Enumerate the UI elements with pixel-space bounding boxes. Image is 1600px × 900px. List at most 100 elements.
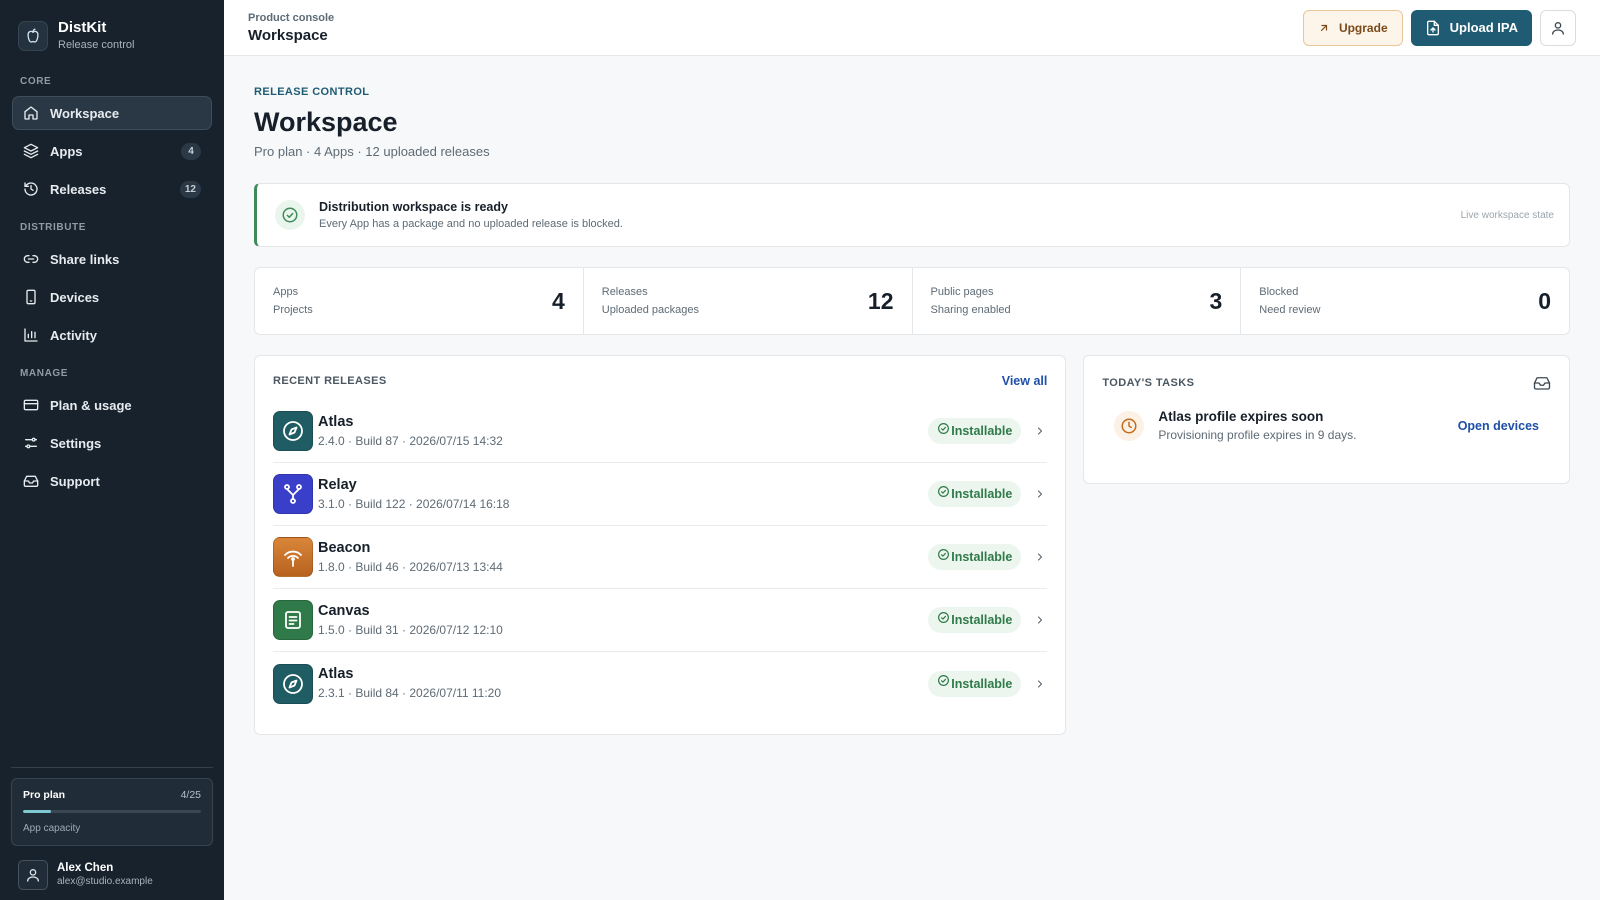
- status-label: Installable: [951, 550, 1013, 564]
- todays-tasks-title: TODAY'S TASKS: [1102, 377, 1195, 389]
- plan-capacity-fill: [23, 810, 52, 813]
- topbar: Product console Workspace Upgrade Upload…: [224, 0, 1600, 56]
- user-profile[interactable]: Alex Chen alex@studio.example: [18, 860, 153, 890]
- release-meta: 3.1.0 · Build 122 · 2026/07/14 16:18: [318, 496, 510, 511]
- stat-label: Releases: [601, 286, 648, 298]
- section-label-manage: MANAGE: [20, 368, 69, 379]
- breadcrumb-parent[interactable]: Product console: [248, 11, 334, 26]
- apps-count-badge: 4: [181, 142, 201, 160]
- main-area: Product console Workspace Upgrade Upload…: [224, 0, 1600, 900]
- stat-releases[interactable]: Releases Uploaded packages 12: [584, 268, 913, 334]
- account-button[interactable]: [1540, 9, 1576, 46]
- brand-subtitle: Release control: [58, 39, 135, 51]
- status-badge: Installable: [928, 544, 1022, 570]
- user-icon: [27, 869, 39, 882]
- user-email: alex@studio.example: [57, 876, 153, 887]
- user-icon: [1552, 21, 1564, 35]
- fork-icon: [273, 474, 313, 514]
- sidebar-item-activity[interactable]: Activity: [12, 318, 212, 352]
- upload-ipa-label: Upload IPA: [1449, 20, 1518, 35]
- alert-description: Every App has a package and no uploaded …: [319, 218, 623, 230]
- view-all-link[interactable]: View all: [1002, 374, 1048, 388]
- sidebar-item-plan-usage[interactable]: Plan & usage: [12, 388, 212, 422]
- sidebar-item-label: Activity: [50, 327, 97, 343]
- stat-sub: Uploaded packages: [601, 304, 699, 316]
- sidebar-item-label: Releases: [50, 181, 107, 197]
- plan-count: 4/25: [180, 789, 201, 801]
- release-row[interactable]: Atlas 2.3.1 · Build 84 · 2026/07/11 11:2…: [273, 652, 1047, 715]
- release-row[interactable]: Beacon 1.8.0 · Build 46 · 2026/07/13 13:…: [273, 526, 1048, 589]
- releases-count-badge: 12: [179, 180, 201, 198]
- brand-name: DistKit: [58, 19, 107, 36]
- sidebar-item-label: Workspace: [50, 105, 120, 121]
- release-row[interactable]: Atlas 2.4.0 · Build 87 · 2026/07/15 14:3…: [273, 400, 1048, 463]
- release-app-name: Atlas: [318, 666, 354, 682]
- sidebar-item-label: Devices: [50, 289, 100, 305]
- release-meta: 2.3.1 · Build 84 · 2026/07/11 11:20: [318, 686, 502, 700]
- sidebar-item-workspace[interactable]: Workspace: [12, 96, 212, 130]
- status-alert: Distribution workspace is ready Every Ap…: [254, 183, 1570, 247]
- layers-icon: [22, 142, 40, 160]
- stat-public-pages[interactable]: Public pages Sharing enabled 3: [913, 268, 1242, 334]
- upload-ipa-button[interactable]: Upload IPA: [1410, 9, 1532, 46]
- stat-value: 0: [1538, 287, 1551, 314]
- stat-value: 3: [1209, 287, 1223, 314]
- sidebar-item-releases[interactable]: Releases 12: [12, 172, 212, 206]
- release-app-name: Beacon: [318, 539, 371, 556]
- status-badge: Installable: [928, 670, 1022, 697]
- sidebar-item-share-links[interactable]: Share links: [12, 242, 212, 276]
- breadcrumb: Product console Workspace: [248, 11, 334, 45]
- sidebar-item-settings[interactable]: Settings: [12, 426, 212, 460]
- sliders-icon: [22, 434, 40, 452]
- page-title: Workspace: [254, 107, 398, 137]
- status-label: Installable: [951, 676, 1013, 691]
- page-eyebrow: RELEASE CONTROL: [254, 86, 370, 98]
- document-icon: [273, 600, 313, 640]
- release-meta: 1.8.0 · Build 46 · 2026/07/13 13:44: [318, 559, 503, 574]
- release-meta: 1.5.0 · Build 31 · 2026/07/12 12:10: [318, 622, 503, 637]
- release-row[interactable]: Canvas 1.5.0 · Build 31 · 2026/07/12 12:…: [273, 589, 1048, 652]
- check-circle-icon: [938, 485, 950, 497]
- page-meta: Pro plan · 4 Apps · 12 uploaded releases: [254, 144, 490, 159]
- check-circle-icon: [938, 675, 950, 686]
- status-badge: Installable: [928, 607, 1022, 633]
- inbox-icon[interactable]: [1533, 374, 1551, 392]
- sidebar-item-devices[interactable]: Devices: [12, 280, 212, 314]
- open-devices-link[interactable]: Open devices: [1458, 419, 1539, 433]
- chevron-right-icon: [1033, 614, 1047, 626]
- phone-icon: [22, 288, 40, 306]
- task-item: Atlas profile expires soon Provisioning …: [1102, 408, 1551, 444]
- check-circle-icon: [938, 422, 950, 434]
- sidebar-item-label: Support: [50, 473, 100, 489]
- todays-tasks-card: TODAY'S TASKS Atlas profile expires soon…: [1083, 355, 1570, 484]
- sidebar-item-apps[interactable]: Apps 4: [12, 134, 212, 168]
- sidebar-item-support[interactable]: Support: [12, 464, 212, 498]
- avatar: [18, 860, 48, 890]
- link-icon: [22, 250, 40, 268]
- plan-capacity-bar: [23, 810, 201, 813]
- task-title: Atlas profile expires soon: [1158, 409, 1324, 424]
- plan-usage-card[interactable]: Pro plan 4/25 App capacity: [11, 778, 213, 846]
- check-circle-icon: [938, 611, 950, 623]
- recent-releases-title: RECENT RELEASES: [273, 375, 387, 387]
- release-row[interactable]: Relay 3.1.0 · Build 122 · 2026/07/14 16:…: [273, 463, 1048, 526]
- chevron-right-icon: [1033, 425, 1047, 437]
- breadcrumb-current: Workspace: [248, 26, 328, 44]
- stat-blocked[interactable]: Blocked Need review 0: [1241, 268, 1569, 334]
- section-label-core: CORE: [20, 76, 52, 87]
- stat-label: Apps: [273, 286, 299, 298]
- alert-state: Live workspace state: [1460, 209, 1554, 221]
- section-label-distribute: DISTRIBUTE: [20, 222, 86, 233]
- stat-sub: Sharing enabled: [930, 304, 1011, 316]
- upgrade-button[interactable]: Upgrade: [1302, 9, 1403, 46]
- release-app-name: Relay: [318, 476, 357, 493]
- stat-apps[interactable]: Apps Projects 4: [255, 268, 584, 334]
- sidebar-divider: [11, 767, 213, 768]
- stat-value: 12: [867, 287, 894, 314]
- home-icon: [22, 104, 40, 122]
- brand[interactable]: DistKit Release control: [0, 0, 224, 72]
- alert-title: Distribution workspace is ready: [319, 200, 508, 214]
- recent-releases-card: RECENT RELEASES View all Atlas 2.4.0 · B…: [254, 355, 1067, 735]
- stat-label: Public pages: [930, 286, 994, 298]
- credit-card-icon: [22, 396, 40, 414]
